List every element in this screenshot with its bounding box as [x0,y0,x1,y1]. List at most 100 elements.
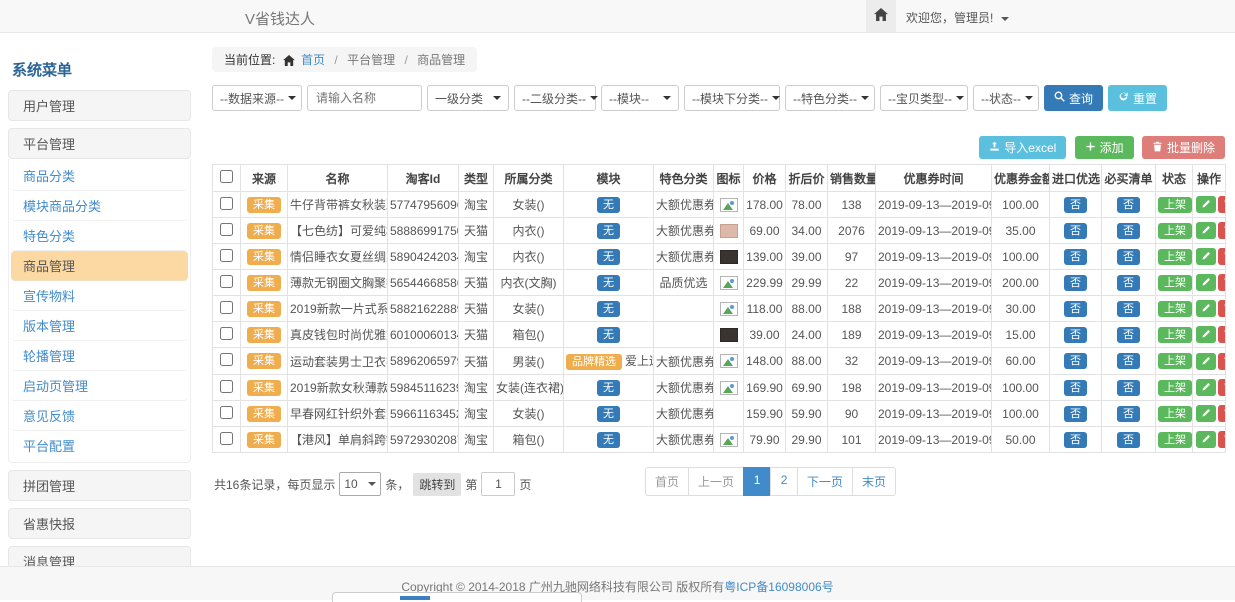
filter-select-special[interactable]: --特色分类-- [785,85,875,111]
status-badge[interactable]: 上架 [1158,406,1192,422]
import-select-badge[interactable]: 否 [1064,301,1087,317]
row-checkbox[interactable] [220,353,233,366]
import-select-badge[interactable]: 否 [1064,380,1087,396]
row-checkbox[interactable] [220,301,233,314]
sidebar-group[interactable]: 省惠快报 [8,508,191,539]
jump-button[interactable]: 跳转到 [413,473,461,496]
row-checkbox[interactable] [220,406,233,419]
delete-button[interactable] [1218,196,1226,213]
sidebar-item[interactable]: 特色分类 [11,221,188,251]
name-search-input[interactable] [307,85,422,111]
select-all-checkbox[interactable] [220,170,233,183]
sidebar-group[interactable]: 拼团管理 [8,470,191,501]
edit-button[interactable] [1196,274,1216,291]
filter-select-status[interactable]: --状态-- [973,85,1039,111]
filter-select-data-source[interactable]: --数据来源-- [212,85,302,111]
must-buy-badge[interactable]: 否 [1117,380,1140,396]
delete-button[interactable] [1218,326,1226,343]
jump-page-input[interactable] [481,472,515,496]
sidebar-item[interactable]: 模块商品分类 [11,191,188,221]
must-buy-badge[interactable]: 否 [1117,275,1140,291]
batch-delete-button[interactable]: 批量删除 [1142,136,1225,159]
edit-button[interactable] [1196,222,1216,239]
edit-button[interactable] [1196,405,1216,422]
filter-select-category-2[interactable]: --二级分类-- [514,85,596,111]
must-buy-badge[interactable]: 否 [1117,327,1140,343]
delete-button[interactable] [1218,379,1226,396]
import-select-badge[interactable]: 否 [1064,275,1087,291]
reset-button[interactable]: 重置 [1108,85,1167,111]
row-checkbox[interactable] [220,249,233,262]
import-select-badge[interactable]: 否 [1064,353,1087,369]
edit-button[interactable] [1196,326,1216,343]
breadcrumb-home-link[interactable]: 首页 [301,53,325,67]
page-size-select[interactable]: 10 [339,472,381,496]
filter-select-category-1[interactable]: 一级分类 [427,85,509,111]
pager-button[interactable]: 2 [770,467,798,496]
must-buy-badge[interactable]: 否 [1117,223,1140,239]
import-select-badge[interactable]: 否 [1064,249,1087,265]
sidebar-item[interactable]: 宣传物料 [11,281,188,311]
import-select-badge[interactable]: 否 [1064,432,1087,448]
import-excel-button[interactable]: 导入excel [979,136,1066,159]
edit-button[interactable] [1196,248,1216,265]
import-select-badge[interactable]: 否 [1064,223,1087,239]
sidebar-item[interactable]: 平台配置 [11,431,188,460]
search-button[interactable]: 查询 [1044,85,1103,111]
row-checkbox[interactable] [220,197,233,210]
sidebar-item[interactable]: 版本管理 [11,311,188,341]
edit-button[interactable] [1196,353,1216,370]
add-button[interactable]: 添加 [1075,136,1134,159]
status-badge[interactable]: 上架 [1158,380,1192,396]
sidebar-item[interactable]: 商品分类 [11,161,188,191]
delete-button[interactable] [1218,353,1226,370]
row-checkbox[interactable] [220,223,233,236]
status-badge[interactable]: 上架 [1158,432,1192,448]
status-badge[interactable]: 上架 [1158,275,1192,291]
must-buy-badge[interactable]: 否 [1117,432,1140,448]
filter-select-item-type[interactable]: --宝贝类型-- [880,85,968,111]
edit-button[interactable] [1196,379,1216,396]
row-checkbox[interactable] [220,327,233,340]
sidebar-group[interactable]: 平台管理 [8,128,191,159]
user-menu[interactable]: 欢迎您，管理员! [906,9,1009,26]
pager-button[interactable]: 1 [743,467,771,496]
must-buy-badge[interactable]: 否 [1117,353,1140,369]
pager-button[interactable]: 末页 [852,467,896,496]
sidebar-group[interactable]: 消息管理 [8,546,191,566]
status-badge[interactable]: 上架 [1158,197,1192,213]
must-buy-badge[interactable]: 否 [1117,197,1140,213]
sidebar-item[interactable]: 启动页管理 [11,371,188,401]
sidebar-item[interactable]: 轮播管理 [11,341,188,371]
row-checkbox[interactable] [220,380,233,393]
sidebar-group[interactable]: 用户管理 [8,90,191,121]
delete-button[interactable] [1218,248,1226,265]
delete-button[interactable] [1218,300,1226,317]
row-checkbox[interactable] [220,275,233,288]
edit-button[interactable] [1196,431,1216,448]
import-select-badge[interactable]: 否 [1064,327,1087,343]
sidebar-item[interactable]: 意见反馈 [11,401,188,431]
filter-select-module-sub[interactable]: --模块下分类-- [684,85,780,111]
status-badge[interactable]: 上架 [1158,301,1192,317]
edit-button[interactable] [1196,196,1216,213]
icp-link[interactable]: 粤ICP备16098006号 [724,580,833,594]
delete-button[interactable] [1218,405,1226,422]
must-buy-badge[interactable]: 否 [1117,406,1140,422]
must-buy-badge[interactable]: 否 [1117,301,1140,317]
import-select-badge[interactable]: 否 [1064,197,1087,213]
import-select-badge[interactable]: 否 [1064,406,1087,422]
status-badge[interactable]: 上架 [1158,353,1192,369]
status-badge[interactable]: 上架 [1158,223,1192,239]
must-buy-badge[interactable]: 否 [1117,249,1140,265]
pager-button[interactable]: 下一页 [797,467,853,496]
delete-button[interactable] [1218,274,1226,291]
status-badge[interactable]: 上架 [1158,327,1192,343]
delete-button[interactable] [1218,222,1226,239]
status-badge[interactable]: 上架 [1158,249,1192,265]
edit-button[interactable] [1196,300,1216,317]
row-checkbox[interactable] [220,432,233,445]
sidebar-item[interactable]: 商品管理 [11,251,188,281]
filter-select-module[interactable]: --模块-- [601,85,679,111]
home-button[interactable] [866,0,896,32]
